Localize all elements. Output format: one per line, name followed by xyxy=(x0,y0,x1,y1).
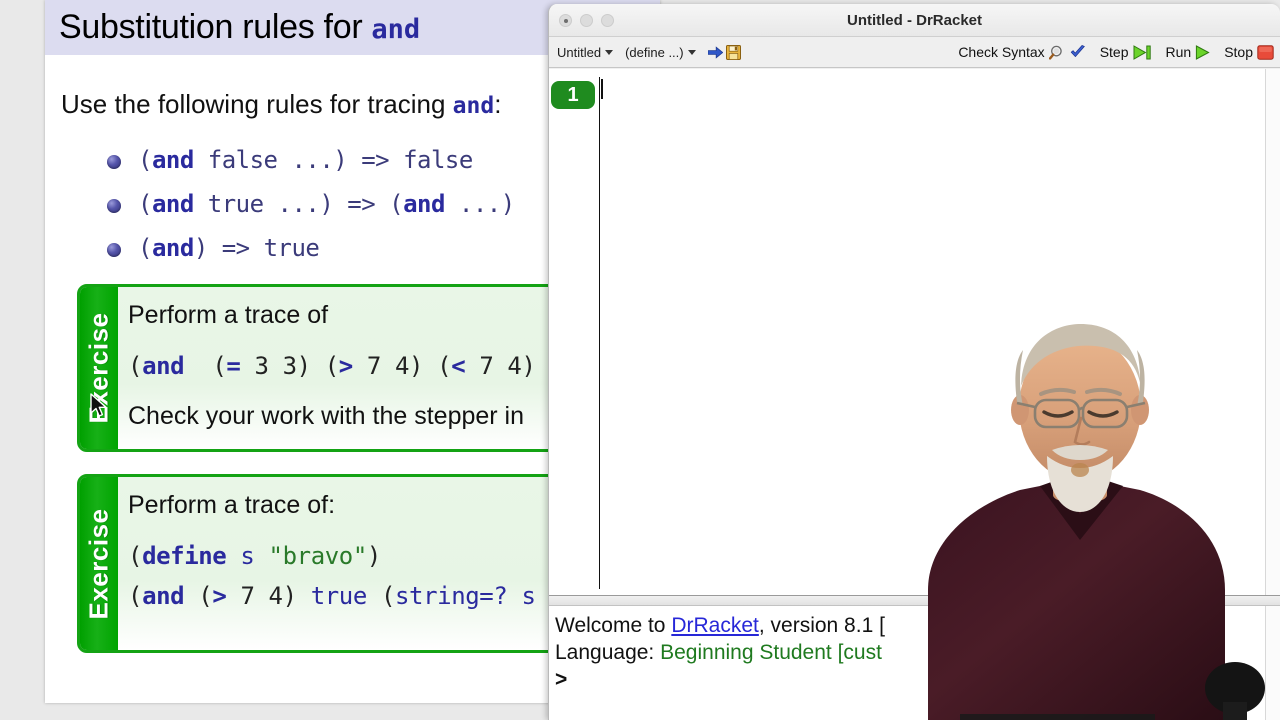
chevron-down-icon xyxy=(687,49,696,55)
check-syntax-button[interactable]: Check Syntax xyxy=(958,44,1085,60)
language-value: Beginning Student [cust xyxy=(660,641,882,664)
bullet-icon xyxy=(107,199,121,213)
drracket-toolbar: Untitled (define ...) Check Syntax Step … xyxy=(549,37,1280,68)
play-icon xyxy=(1195,44,1210,60)
window-title-bar[interactable]: Untitled - DrRacket xyxy=(549,4,1280,37)
rule-keyword: and xyxy=(151,146,194,174)
slide-title-keyword: and xyxy=(371,14,421,45)
rule-open: ( xyxy=(138,190,152,218)
file-menu-button[interactable]: Untitled xyxy=(557,44,614,60)
rule-mid: false ...) xyxy=(193,146,362,174)
magnifier-icon xyxy=(1048,45,1066,60)
welcome-suffix: , version 8.1 [ xyxy=(758,614,885,637)
run-button[interactable]: Run xyxy=(1166,44,1211,60)
toolbar-right-group: Check Syntax Step Run Stop xyxy=(944,44,1274,60)
definitions-menu-label: (define ...) xyxy=(625,44,684,60)
rule-keyword: and xyxy=(151,190,194,218)
rule-mid: ) xyxy=(193,234,222,262)
rule-tail: false xyxy=(403,146,473,174)
right-arrow-icon[interactable] xyxy=(707,45,723,59)
step-icon xyxy=(1133,44,1152,60)
rule-mid: true ...) xyxy=(193,190,348,218)
save-icon[interactable] xyxy=(725,44,741,60)
bullet-icon xyxy=(107,243,121,257)
presenter-webcam-overlay xyxy=(905,290,1280,720)
exercise-tab: Exercise xyxy=(80,287,118,449)
rule-tail: true xyxy=(263,234,320,262)
check-syntax-label: Check Syntax xyxy=(958,44,1045,60)
welcome-prefix: Welcome to xyxy=(555,614,672,637)
step-label: Step xyxy=(1099,44,1129,60)
lead-before: Use the following rules for tracing xyxy=(61,89,446,119)
rule-arrow: => xyxy=(361,146,404,174)
run-label: Run xyxy=(1165,44,1192,60)
exercise-tab: Exercise xyxy=(80,477,118,650)
lead-keyword: and xyxy=(452,93,495,119)
definitions-menu-button[interactable]: (define ...) xyxy=(625,45,696,60)
bullet-icon xyxy=(107,155,121,169)
stop-label: Stop xyxy=(1224,44,1253,60)
rule-arrow: => xyxy=(347,190,390,218)
rule-tail: (and ...) xyxy=(389,190,515,218)
stop-button[interactable]: Stop xyxy=(1224,44,1274,60)
lead-after: : xyxy=(494,89,502,119)
language-label: Language: xyxy=(555,641,661,664)
stop-square-icon xyxy=(1257,44,1274,60)
rule-arrow: => xyxy=(221,234,264,262)
check-mark-icon xyxy=(1070,45,1086,59)
gutter-divider xyxy=(599,77,600,589)
screen: Substitution rules for and Use the follo… xyxy=(0,0,1280,720)
step-button[interactable]: Step xyxy=(1100,44,1152,60)
rule-open: ( xyxy=(138,234,152,262)
rule-keyword: and xyxy=(151,234,194,262)
file-menu-label: Untitled xyxy=(557,44,602,60)
text-caret xyxy=(601,79,603,99)
exercise-tab-label: Exercise xyxy=(83,508,114,619)
drracket-link[interactable]: DrRacket xyxy=(671,614,759,637)
window-title: Untitled - DrRacket xyxy=(846,11,983,29)
mouse-cursor xyxy=(90,393,108,419)
line-number-badge: 1 xyxy=(551,81,595,109)
chevron-down-icon xyxy=(605,49,614,55)
slide-title-text: Substitution rules for xyxy=(59,8,363,46)
rule-open: ( xyxy=(138,146,152,174)
